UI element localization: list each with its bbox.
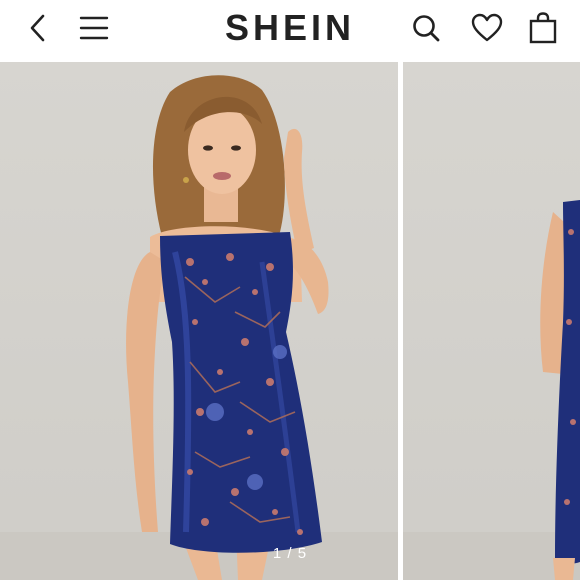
chevron-left-icon (30, 14, 45, 42)
product-image-next[interactable] (403, 62, 580, 580)
menu-button[interactable] (72, 0, 116, 56)
product-image-main[interactable] (0, 62, 398, 580)
search-button[interactable] (404, 0, 448, 56)
bag-button[interactable] (521, 0, 565, 56)
wishlist-button[interactable] (465, 0, 509, 56)
shopping-bag-icon (529, 12, 557, 44)
heart-icon (471, 13, 503, 42)
top-navigation-bar: SHEIN (0, 0, 580, 56)
product-image-gallery[interactable] (0, 62, 580, 580)
model-photo (0, 75, 398, 580)
hamburger-menu-icon (79, 16, 109, 40)
back-button[interactable] (16, 0, 60, 56)
search-icon (413, 15, 440, 42)
image-counter: 1 / 5 (272, 545, 308, 562)
model-photo-side (403, 200, 580, 580)
